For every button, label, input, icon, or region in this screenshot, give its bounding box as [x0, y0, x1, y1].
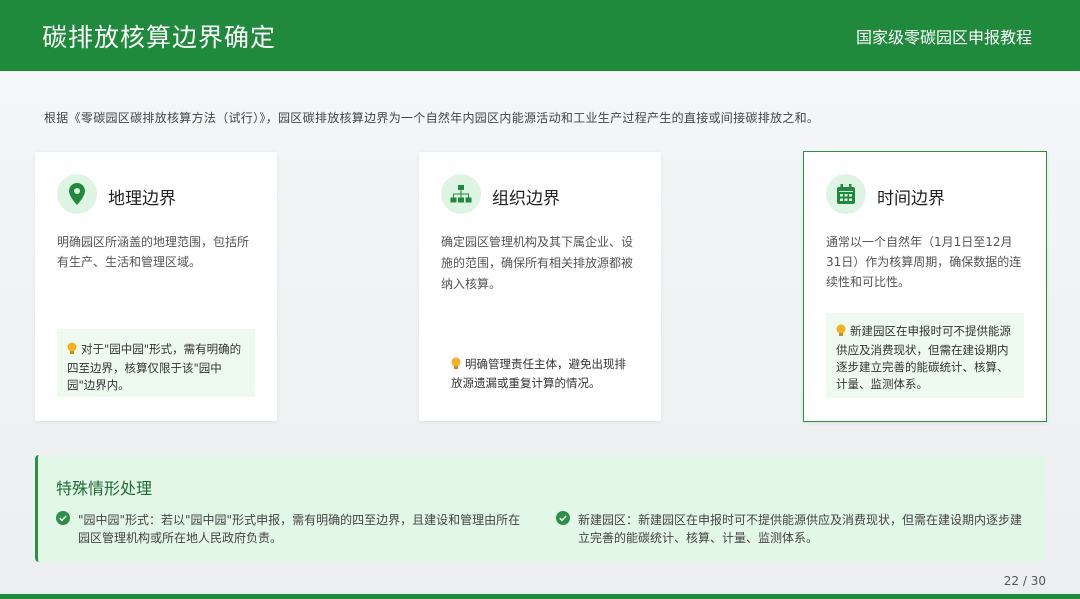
lightbulb-icon [67, 342, 77, 360]
card-geographic-boundary: 地理边界 明确园区所涵盖的地理范围，包括所有生产、生活和管理区域。 对于"园中园… [35, 152, 277, 421]
location-pin-icon [57, 174, 97, 214]
card-time-boundary: 时间边界 通常以一个自然年（1月1日至12月31日）作为核算周期，确保数据的连续… [803, 151, 1047, 422]
org-chart-icon [441, 174, 481, 214]
card-title: 地理边界 [108, 189, 176, 209]
special-case-text: 新建园区：新建园区在申报时可不提供能源供应及消费现状，但需在建设期内逐步建立完善… [578, 513, 1023, 545]
card-title: 时间边界 [877, 189, 945, 209]
card-description: 通常以一个自然年（1月1日至12月31日）作为核算周期，确保数据的连续性和可比性… [826, 235, 1022, 289]
card-description: 明确园区所涵盖的地理范围，包括所有生产、生活和管理区域。 [57, 235, 250, 269]
header-bar: 碳排放核算边界确定 国家级零碳园区申报教程 [0, 0, 1080, 71]
card-description: 确定园区管理机构及其下属企业、设施的范围，确保所有相关排放源都被纳入核算。 [441, 235, 634, 291]
special-case-item: 新建园区：新建园区在申报时可不提供能源供应及消费现状，但需在建设期内逐步建立完善… [556, 511, 1026, 547]
check-circle-icon [56, 511, 70, 530]
card-tip: 新建园区在申报时可不提供能源供应及消费现状，但需在建设期内逐步建立完善的能碳统计… [826, 313, 1024, 398]
card-tip-text: 明确管理责任主体，避免出现排放源遗漏或重复计算的情况。 [451, 357, 626, 390]
page-title: 碳排放核算边界确定 [42, 22, 277, 52]
page-number: 22 / 30 [1003, 574, 1046, 588]
course-subtitle: 国家级零碳园区申报教程 [855, 27, 1032, 47]
card-organizational-boundary: 组织边界 确定园区管理机构及其下属企业、设施的范围，确保所有相关排放源都被纳入核… [419, 152, 661, 421]
lightbulb-icon [451, 357, 461, 375]
footer-bar [0, 594, 1080, 599]
check-circle-icon [556, 511, 570, 530]
card-tip: 对于"园中园"形式，需有明确的四至边界，核算仅限于该"园中园"边界内。 [57, 329, 255, 397]
special-cases-title: 特殊情形处理 [56, 479, 153, 498]
card-title: 组织边界 [492, 189, 560, 209]
card-tip: 明确管理责任主体，避免出现排放源遗漏或重复计算的情况。 [441, 348, 639, 398]
special-cases-panel: 特殊情形处理 "园中园"形式：若以"园中园"形式申报，需有明确的四至边界，且建设… [35, 455, 1046, 562]
lightbulb-icon [836, 324, 846, 342]
card-tip-text: 新建园区在申报时可不提供能源供应及消费现状，但需在建设期内逐步建立完善的能碳统计… [836, 324, 1011, 391]
special-case-text: "园中园"形式：若以"园中园"形式申报，需有明确的四至边界，且建设和管理由所在园… [78, 513, 521, 545]
calendar-icon [826, 174, 866, 214]
intro-text: 根据《零碳园区碳排放核算方法（试行）》，园区碳排放核算边界为一个自然年内园区内能… [44, 111, 820, 125]
card-tip-text: 对于"园中园"形式，需有明确的四至边界，核算仅限于该"园中园"边界内。 [67, 342, 242, 392]
special-case-item: "园中园"形式：若以"园中园"形式申报，需有明确的四至边界，且建设和管理由所在园… [56, 511, 526, 547]
